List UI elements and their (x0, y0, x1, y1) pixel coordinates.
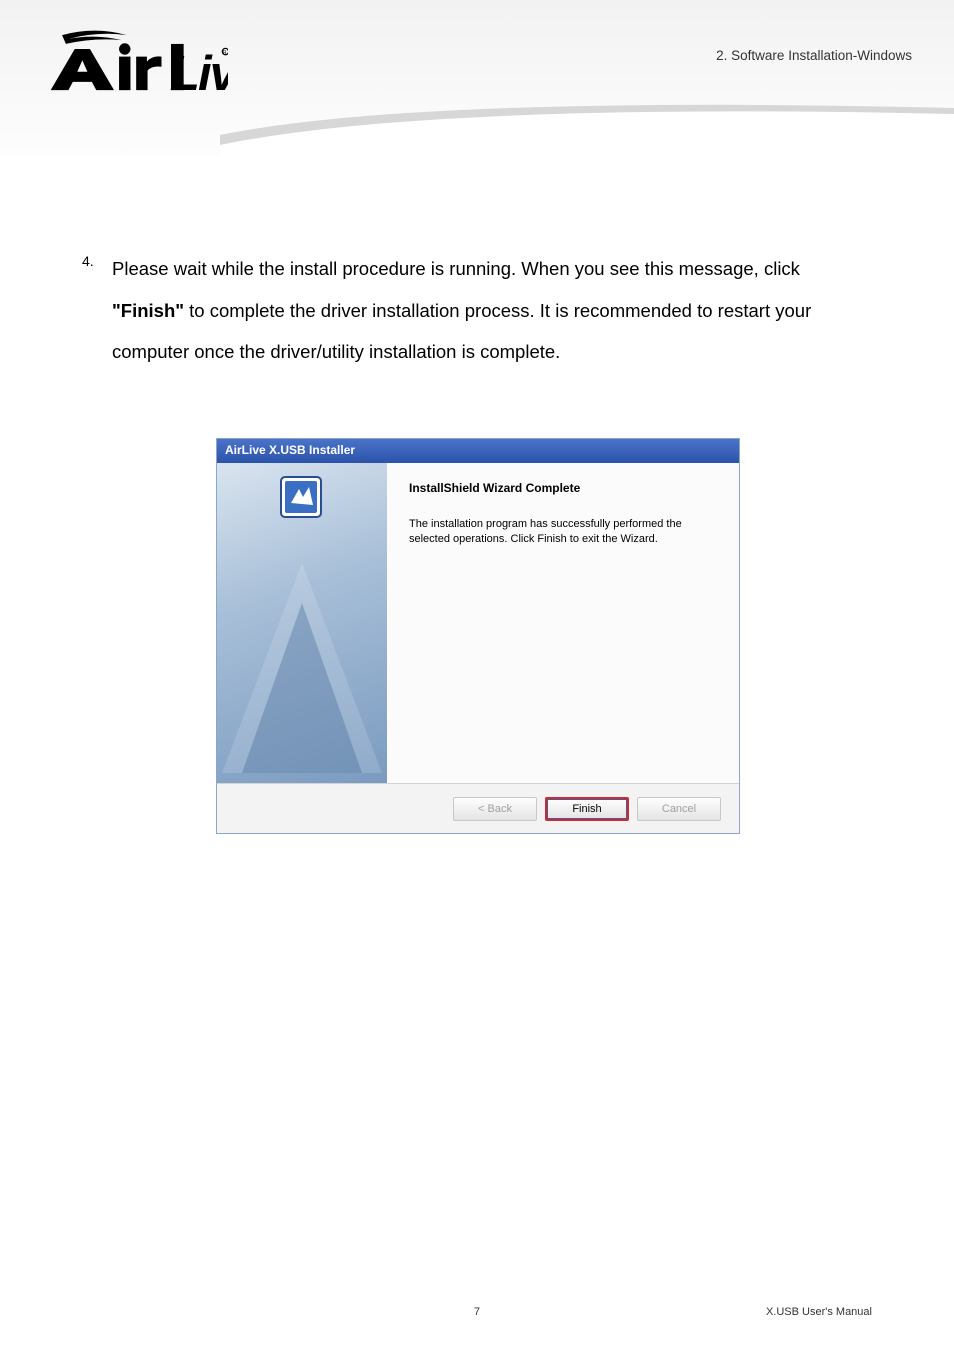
page-number: 7 (345, 1306, 608, 1318)
wizard-triangle-graphic (217, 463, 387, 783)
manual-title: X.USB User's Manual (609, 1306, 872, 1318)
step-bold: "Finish" (112, 300, 184, 321)
step-text-2: to complete the driver installation proc… (112, 300, 811, 363)
wizard-description: The installation program has successfull… (409, 517, 717, 547)
brand-logo: Live R (38, 30, 228, 105)
wizard-right-panel: InstallShield Wizard Complete The instal… (387, 463, 739, 783)
svg-text:R: R (223, 50, 227, 56)
step-number: 4. (82, 248, 112, 269)
page-footer: 7 X.USB User's Manual (0, 1306, 954, 1318)
installer-screenshot: AirLive X.USB Installer InstallShield Wi… (216, 438, 740, 834)
chapter-label: 2. Software Installation-Windows (716, 48, 912, 63)
installer-body: InstallShield Wizard Complete The instal… (217, 463, 739, 783)
header-swoosh (220, 90, 954, 160)
wizard-button-row: < Back Finish Cancel (217, 783, 739, 833)
wizard-heading: InstallShield Wizard Complete (409, 481, 717, 495)
body-text: 4. Please wait while the install procedu… (82, 248, 872, 373)
installer-titlebar: AirLive X.USB Installer (217, 439, 739, 463)
back-button: < Back (453, 797, 537, 821)
cancel-button: Cancel (637, 797, 721, 821)
svg-text:Live: Live (170, 46, 228, 99)
finish-button[interactable]: Finish (545, 797, 629, 821)
step-content: Please wait while the install procedure … (112, 248, 872, 373)
wizard-side-graphic (217, 463, 387, 783)
step-text-1: Please wait while the install procedure … (112, 258, 800, 279)
